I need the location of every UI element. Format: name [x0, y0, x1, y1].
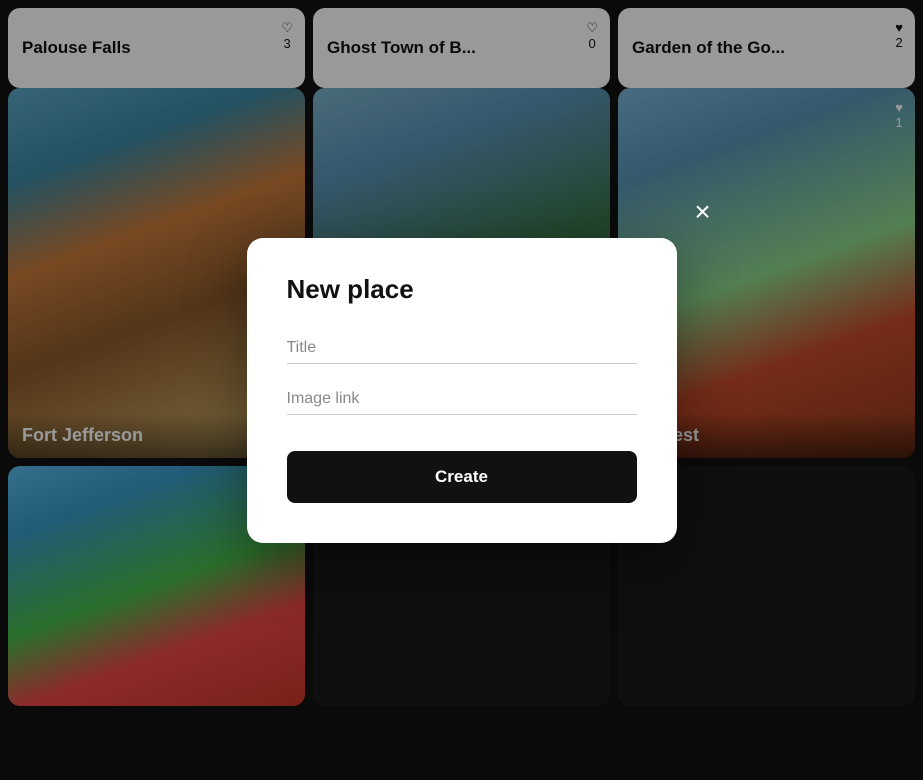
title-field-container [287, 333, 637, 364]
modal-overlay[interactable]: × New place Create [0, 0, 923, 780]
image-link-field-container [287, 384, 637, 415]
image-link-input[interactable] [287, 384, 637, 415]
modal-title: New place [287, 274, 637, 305]
create-button[interactable]: Create [287, 451, 637, 503]
close-modal-button[interactable]: × [681, 190, 725, 234]
title-input[interactable] [287, 333, 637, 364]
new-place-modal: × New place Create [247, 238, 677, 543]
close-icon: × [694, 196, 710, 228]
